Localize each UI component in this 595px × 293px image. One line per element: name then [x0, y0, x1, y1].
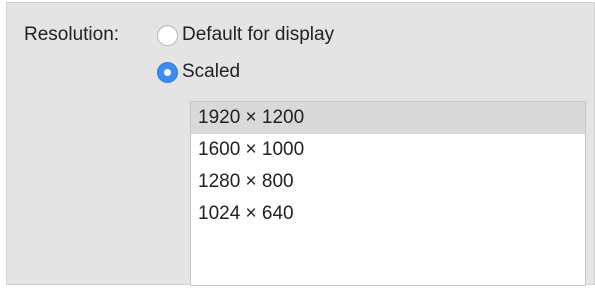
list-item[interactable]: 1280 × 800	[191, 166, 585, 198]
radio-scaled[interactable]: Scaled	[157, 59, 240, 85]
scaled-resolution-list[interactable]: 1920 × 1200 1600 × 1000 1280 × 800 1024 …	[190, 101, 586, 286]
radio-scaled-label[interactable]: Scaled	[182, 60, 240, 84]
list-item[interactable]: 1024 × 640	[191, 198, 585, 230]
radio-default-for-display[interactable]: Default for display	[157, 22, 334, 48]
display-settings-panel: Resolution: Default for display Scaled 1…	[6, 2, 595, 286]
resolution-label: Resolution:	[24, 24, 120, 45]
list-item[interactable]: 1600 × 1000	[191, 134, 585, 166]
radio-button-unselected[interactable]	[157, 24, 178, 46]
radio-button-selected[interactable]	[157, 61, 178, 83]
radio-default-for-display-label[interactable]: Default for display	[182, 23, 334, 47]
list-item[interactable]: 1920 × 1200	[191, 102, 585, 134]
radio-dot-icon	[164, 68, 171, 76]
